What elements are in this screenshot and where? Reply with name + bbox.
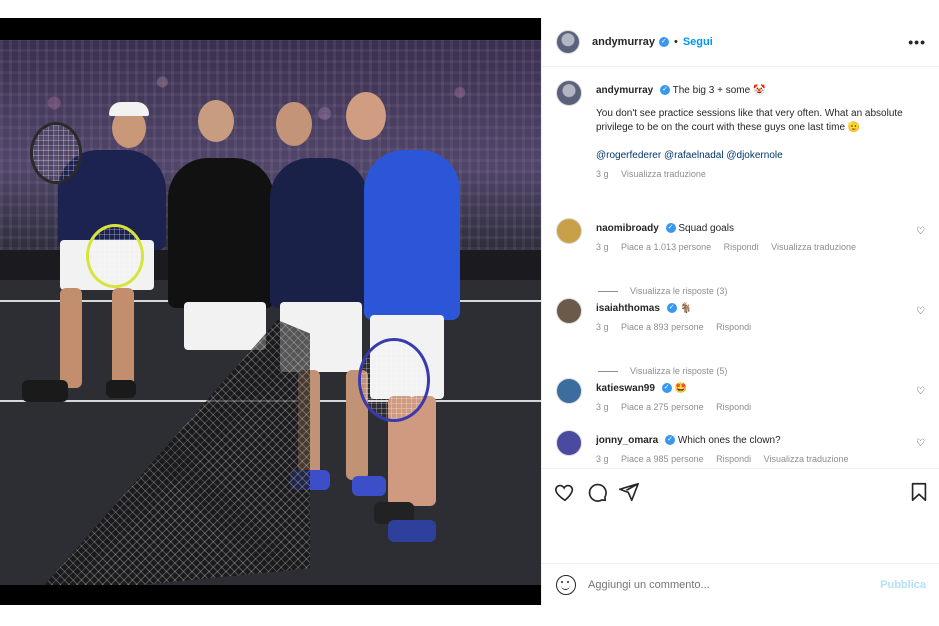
post-side-panel: andymurray ✓ • Segui ••• andymurray ✓ Th…: [541, 18, 939, 605]
comment-avatar[interactable]: [556, 218, 582, 244]
reply-button[interactable]: Rispondi: [716, 322, 751, 332]
verified-icon: ✓: [660, 85, 671, 96]
comment-likes[interactable]: Piace a 1.013 persone: [621, 242, 711, 252]
translate-link[interactable]: Visualizza traduzione: [771, 242, 856, 252]
action-bar: [542, 468, 939, 563]
view-replies-label[interactable]: Visualizza le risposte (5): [630, 366, 727, 376]
verified-icon: ✓: [665, 223, 676, 234]
caption-time: 3 g: [596, 169, 609, 179]
comment-text: 🐐: [679, 303, 692, 314]
comment-text: Squad goals: [678, 223, 734, 234]
comment-username[interactable]: katieswan99: [596, 383, 655, 394]
comment-item: jonny_omara ✓ Which ones the clown? 3 g …: [556, 430, 926, 468]
like-comment-heart-icon[interactable]: ♡: [916, 386, 926, 397]
comment-time: 3 g: [596, 402, 609, 412]
more-icon[interactable]: •••: [908, 34, 926, 50]
emoji-icon[interactable]: [556, 574, 576, 595]
comments-section[interactable]: andymurray ✓ The big 3 + some 🤡 You don'…: [542, 68, 939, 468]
comment-likes[interactable]: Piace a 985 persone: [621, 454, 704, 464]
publish-button[interactable]: Pubblica: [880, 579, 926, 591]
post-photo[interactable]: [0, 40, 541, 585]
comment-username[interactable]: naomibroady: [596, 223, 659, 234]
reply-button[interactable]: Rispondi: [716, 454, 751, 464]
caption-username[interactable]: andymurray: [596, 85, 653, 96]
comment-text: Which ones the clown?: [677, 435, 781, 446]
caption-avatar[interactable]: [556, 80, 582, 106]
comment-username[interactable]: isaiahthomas: [596, 303, 660, 314]
caption-body: You don't see practice sessions like tha…: [596, 108, 903, 133]
reply-button[interactable]: Rispondi: [724, 242, 759, 252]
reply-button[interactable]: Rispondi: [716, 402, 751, 412]
author-username[interactable]: andymurray: [592, 36, 655, 48]
comment-likes[interactable]: Piace a 893 persone: [621, 322, 704, 332]
view-replies[interactable]: Visualizza le risposte (5): [598, 366, 727, 376]
comment-item: naomibroady ✓ Squad goals 3 g Piace a 1.…: [556, 218, 926, 258]
caption: andymurray ✓ The big 3 + some 🤡 You don'…: [556, 80, 926, 220]
comment-icon[interactable]: [586, 481, 608, 503]
comment-time: 3 g: [596, 322, 609, 332]
bookmark-icon[interactable]: [908, 481, 930, 503]
translate-link[interactable]: Visualizza traduzione: [764, 454, 849, 464]
verified-icon: ✓: [665, 435, 676, 446]
view-replies-label[interactable]: Visualizza le risposte (3): [630, 286, 727, 296]
verified-icon: ✓: [666, 303, 677, 314]
comment-username[interactable]: jonny_omara: [596, 435, 658, 446]
caption-translate-link[interactable]: Visualizza traduzione: [621, 169, 706, 179]
follow-button[interactable]: Segui: [683, 36, 713, 48]
separator-dot: •: [673, 36, 678, 48]
comment-avatar[interactable]: [556, 430, 582, 456]
add-comment-bar: Pubblica: [542, 563, 939, 605]
like-comment-heart-icon[interactable]: ♡: [916, 306, 926, 317]
caption-title: The big 3 + some 🤡: [672, 85, 766, 96]
post-header: andymurray ✓ • Segui •••: [542, 18, 939, 67]
share-icon[interactable]: [618, 481, 640, 503]
verified-icon: ✓: [661, 383, 672, 394]
view-replies[interactable]: Visualizza le risposte (3): [598, 286, 727, 296]
like-comment-heart-icon[interactable]: ♡: [916, 438, 926, 449]
comment-avatar[interactable]: [556, 298, 582, 324]
verified-icon: ✓: [658, 37, 669, 47]
comment-input[interactable]: [588, 578, 881, 591]
comment-time: 3 g: [596, 242, 609, 252]
post-media[interactable]: [0, 18, 541, 605]
comment-likes[interactable]: Piace a 275 persone: [621, 402, 704, 412]
comment-text: 🤩: [674, 383, 687, 394]
comment-item: katieswan99 ✓ 🤩 3 g Piace a 275 persone …: [556, 378, 926, 418]
author-avatar[interactable]: [556, 30, 580, 54]
like-comment-heart-icon[interactable]: ♡: [916, 226, 926, 237]
comment-time: 3 g: [596, 454, 609, 464]
comment-avatar[interactable]: [556, 378, 582, 404]
caption-mentions[interactable]: @rogerfederer @rafaelnadal @djokernole: [596, 149, 912, 162]
heart-icon[interactable]: [554, 481, 576, 503]
comment-item: isaiahthomas ✓ 🐐 3 g Piace a 893 persone…: [556, 298, 926, 338]
